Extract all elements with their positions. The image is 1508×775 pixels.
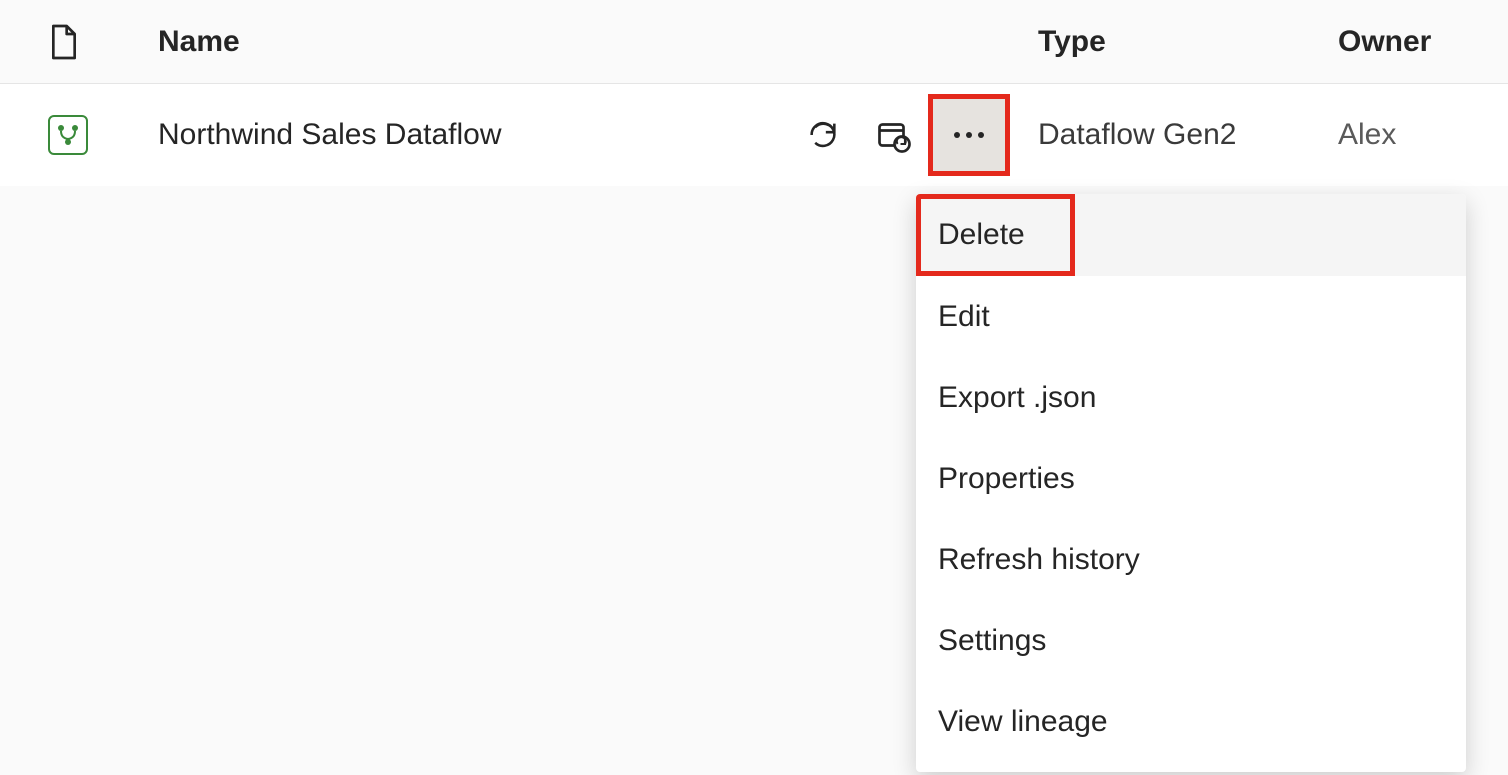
menu-item-settings[interactable]: Settings (916, 600, 1466, 681)
menu-item-edit[interactable]: Edit (916, 276, 1466, 357)
row-owner: Alex (1338, 118, 1508, 152)
header-icon-cell (48, 23, 158, 61)
row-name[interactable]: Northwind Sales Dataflow (158, 118, 502, 152)
row-name-cell: Northwind Sales Dataflow (158, 118, 788, 152)
menu-item-export[interactable]: Export .json (916, 357, 1466, 438)
header-owner[interactable]: Owner (1338, 25, 1508, 59)
menu-item-refresh-history[interactable]: Refresh history (916, 519, 1466, 600)
menu-delete-rest[interactable] (1075, 194, 1466, 276)
schedule-refresh-icon (875, 117, 911, 153)
schedule-refresh-button[interactable] (858, 100, 928, 170)
refresh-button[interactable] (788, 100, 858, 170)
refresh-icon (806, 118, 840, 152)
more-options-button[interactable] (928, 94, 1010, 176)
row-actions (788, 94, 1010, 176)
menu-row-delete: Delete (916, 194, 1466, 276)
table-header: Name Type Owner (0, 0, 1508, 84)
dataflow-icon (48, 115, 88, 155)
file-icon (48, 23, 80, 61)
items-table: Name Type Owner Northwind Sales Dataflow (0, 0, 1508, 186)
header-type[interactable]: Type (1038, 25, 1338, 59)
menu-item-delete[interactable]: Delete (916, 194, 1075, 276)
header-name[interactable]: Name (158, 25, 1038, 59)
more-icon (950, 130, 988, 140)
row-type: Dataflow Gen2 (1038, 118, 1338, 152)
row-icon-cell (48, 115, 158, 155)
menu-item-view-lineage[interactable]: View lineage (916, 681, 1466, 762)
context-menu: Delete Edit Export .json Properties Refr… (916, 194, 1466, 772)
table-row[interactable]: Northwind Sales Dataflow (0, 84, 1508, 186)
menu-item-properties[interactable]: Properties (916, 438, 1466, 519)
